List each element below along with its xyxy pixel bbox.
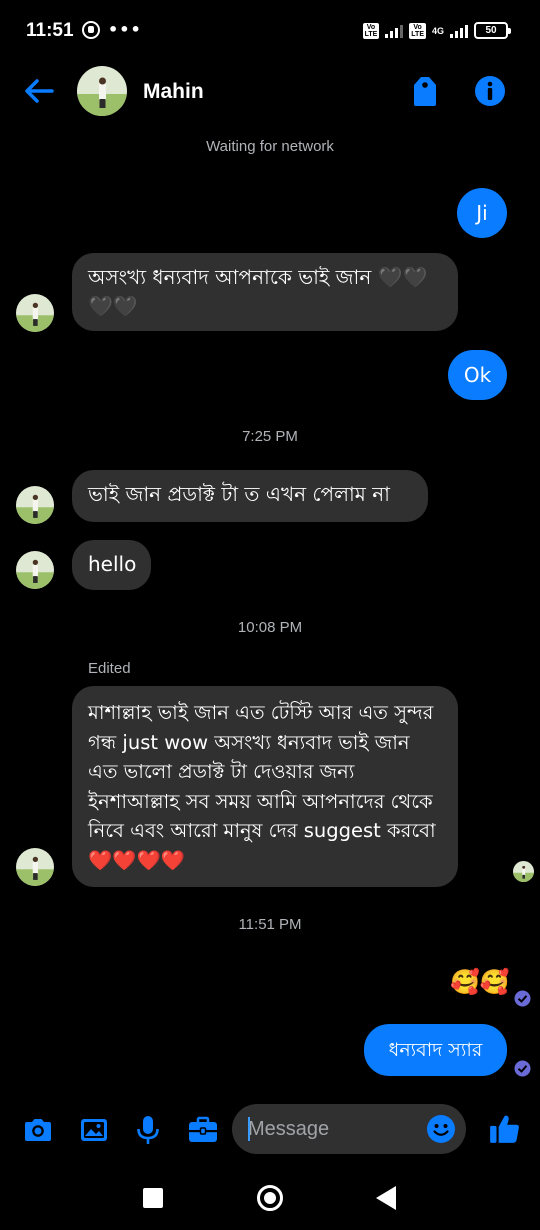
contact-avatar-small[interactable]	[16, 294, 54, 332]
message-input[interactable]	[248, 1104, 418, 1154]
contact-avatar[interactable]	[77, 66, 127, 116]
contact-avatar-small[interactable]	[16, 551, 54, 589]
whatsapp-notification-icon	[82, 20, 100, 39]
contact-name[interactable]: Mahin	[143, 80, 204, 104]
microphone-icon[interactable]	[132, 1114, 164, 1146]
briefcase-icon[interactable]	[187, 1114, 219, 1146]
chat-header: Mahin	[0, 64, 540, 122]
timestamp-separator: 11:51 PM	[238, 916, 302, 933]
message-incoming[interactable]: মাশাল্লাহ ভাই জান এত টেস্টি আর এত সুন্দর…	[72, 686, 458, 887]
message-incoming[interactable]: অসংখ্য ধন্যবাদ আপনাকে ভাই জান 🖤🖤🖤🖤	[72, 253, 458, 331]
delivered-check-icon	[514, 990, 531, 1007]
message-incoming[interactable]: hello	[72, 540, 151, 590]
message-incoming[interactable]: ভাই জান প্রডাক্ট টা ত এখন পেলাম না	[72, 470, 428, 522]
timestamp-separator: 10:08 PM	[237, 619, 303, 636]
network-type: 4G	[431, 25, 444, 36]
signal-1-icon	[385, 24, 404, 38]
battery-icon: 50	[474, 22, 511, 39]
recents-icon[interactable]	[143, 1188, 163, 1208]
back-arrow-icon[interactable]	[22, 76, 56, 106]
volte-icon: Vo LTE	[362, 22, 380, 39]
status-time: 11:51	[26, 20, 74, 41]
contact-avatar-small[interactable]	[16, 486, 54, 524]
like-icon[interactable]	[488, 1112, 522, 1146]
emoji-icon[interactable]	[426, 1114, 456, 1144]
system-navigation-bar	[0, 1166, 540, 1230]
camera-icon[interactable]	[22, 1114, 54, 1146]
timestamp-separator: 7:25 PM	[242, 428, 298, 445]
tag-icon[interactable]	[410, 74, 440, 108]
message-outgoing[interactable]: Ji	[457, 188, 507, 238]
seen-avatar	[513, 861, 534, 882]
more-notifications-icon: •••	[108, 20, 142, 39]
text-cursor	[248, 1117, 250, 1141]
contact-avatar-small[interactable]	[16, 848, 54, 886]
info-icon[interactable]	[474, 75, 506, 107]
delivered-check-icon	[514, 1060, 531, 1077]
gallery-icon[interactable]	[78, 1114, 110, 1146]
message-outgoing[interactable]: ধন্যবাদ স্যার	[364, 1024, 507, 1076]
network-status: Waiting for network	[206, 138, 334, 155]
signal-2-icon	[450, 24, 468, 38]
volte-icon-2: Vo LTE	[409, 22, 426, 39]
back-icon[interactable]	[376, 1186, 396, 1210]
edited-label: Edited	[88, 660, 131, 677]
status-bar: 11:51 ••• Vo LTE Vo LTE 4G 50	[0, 0, 540, 64]
message-input-field[interactable]	[232, 1104, 466, 1154]
message-composer	[0, 1100, 540, 1162]
message-outgoing-emoji[interactable]: 🥰🥰	[450, 966, 510, 998]
message-outgoing[interactable]: Ok	[448, 350, 507, 400]
home-icon[interactable]	[257, 1185, 283, 1211]
